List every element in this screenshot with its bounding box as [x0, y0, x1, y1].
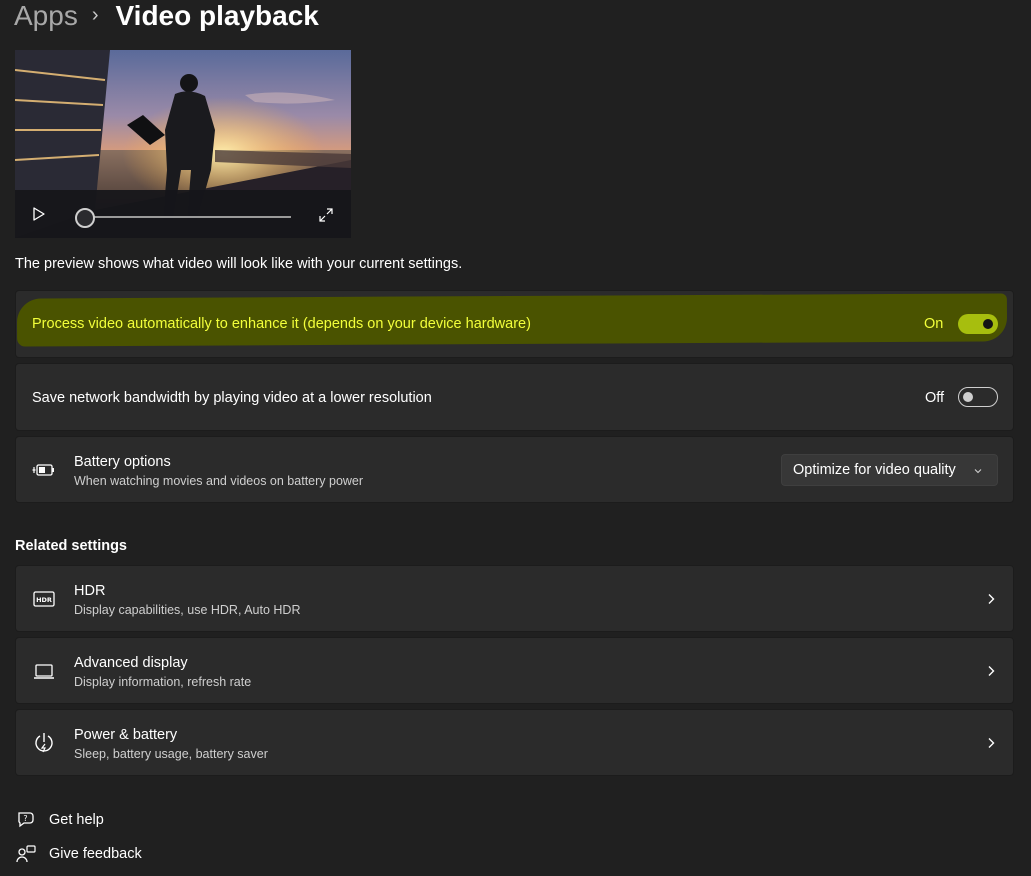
video-controls	[15, 190, 351, 238]
video-seek-thumb[interactable]	[75, 208, 95, 228]
page-title: Video playback	[115, 0, 319, 31]
toggle-state-label: On	[924, 316, 944, 332]
save-bandwidth-toggle[interactable]	[958, 387, 998, 407]
setting-label: Save network bandwidth by playing video …	[32, 390, 432, 406]
breadcrumb-apps-link[interactable]: Apps	[14, 0, 78, 32]
related-item-subtitle: Sleep, battery usage, battery saver	[74, 747, 268, 761]
get-help-label: Get help	[49, 812, 104, 828]
svg-text:HDR: HDR	[36, 596, 52, 604]
chevron-right-icon	[988, 594, 995, 604]
chevron-right-icon	[988, 738, 995, 748]
battery-options-dropdown[interactable]: Optimize for video quality	[781, 454, 998, 486]
setting-battery-options: Battery options When watching movies and…	[15, 436, 1014, 503]
fullscreen-icon[interactable]	[318, 207, 334, 223]
setting-save-bandwidth[interactable]: Save network bandwidth by playing video …	[15, 363, 1014, 431]
breadcrumb: Apps › Video playback	[14, 0, 319, 36]
chevron-right-icon: ›	[91, 3, 99, 26]
video-seek-track[interactable]	[91, 216, 291, 218]
process-video-toggle[interactable]	[958, 314, 998, 334]
toggle-knob	[963, 392, 973, 402]
help-icon: ?	[18, 812, 34, 828]
battery-options-title: Battery options	[74, 454, 171, 470]
feedback-icon	[16, 845, 36, 863]
power-icon	[35, 733, 53, 753]
give-feedback-label: Give feedback	[49, 846, 142, 862]
related-item-title: HDR	[74, 583, 106, 599]
chevron-down-icon	[974, 469, 982, 474]
related-item-title: Advanced display	[74, 655, 188, 671]
battery-options-subtitle: When watching movies and videos on batte…	[74, 474, 364, 488]
related-item-title: Power & battery	[74, 727, 178, 743]
dropdown-selected: Optimize for video quality	[793, 462, 956, 478]
hdr-icon: HDR	[33, 591, 55, 607]
toggle-state-label: Off	[925, 390, 945, 406]
battery-saver-icon	[32, 464, 54, 476]
play-icon[interactable]	[31, 206, 47, 222]
get-help-link[interactable]: ? Get help	[16, 810, 104, 830]
related-item-subtitle: Display capabilities, use HDR, Auto HDR	[74, 603, 301, 617]
chevron-right-icon	[988, 666, 995, 676]
laptop-icon	[34, 664, 54, 679]
give-feedback-link[interactable]: Give feedback	[16, 844, 142, 864]
video-preview	[15, 50, 351, 238]
related-item-subtitle: Display information, refresh rate	[74, 675, 252, 689]
svg-text:?: ?	[23, 814, 27, 823]
setting-process-video-content: Process video automatically to enhance i…	[15, 290, 1014, 358]
related-item-hdr[interactable]: HDR HDR Display capabilities, use HDR, A…	[15, 565, 1014, 632]
related-item-advanced-display[interactable]: Advanced display Display information, re…	[15, 637, 1014, 704]
setting-label: Process video automatically to enhance i…	[32, 316, 531, 332]
related-item-power-battery[interactable]: Power & battery Sleep, battery usage, ba…	[15, 709, 1014, 776]
related-settings-heading: Related settings	[15, 538, 127, 554]
toggle-knob	[983, 319, 993, 329]
preview-note: The preview shows what video will look l…	[15, 256, 463, 272]
